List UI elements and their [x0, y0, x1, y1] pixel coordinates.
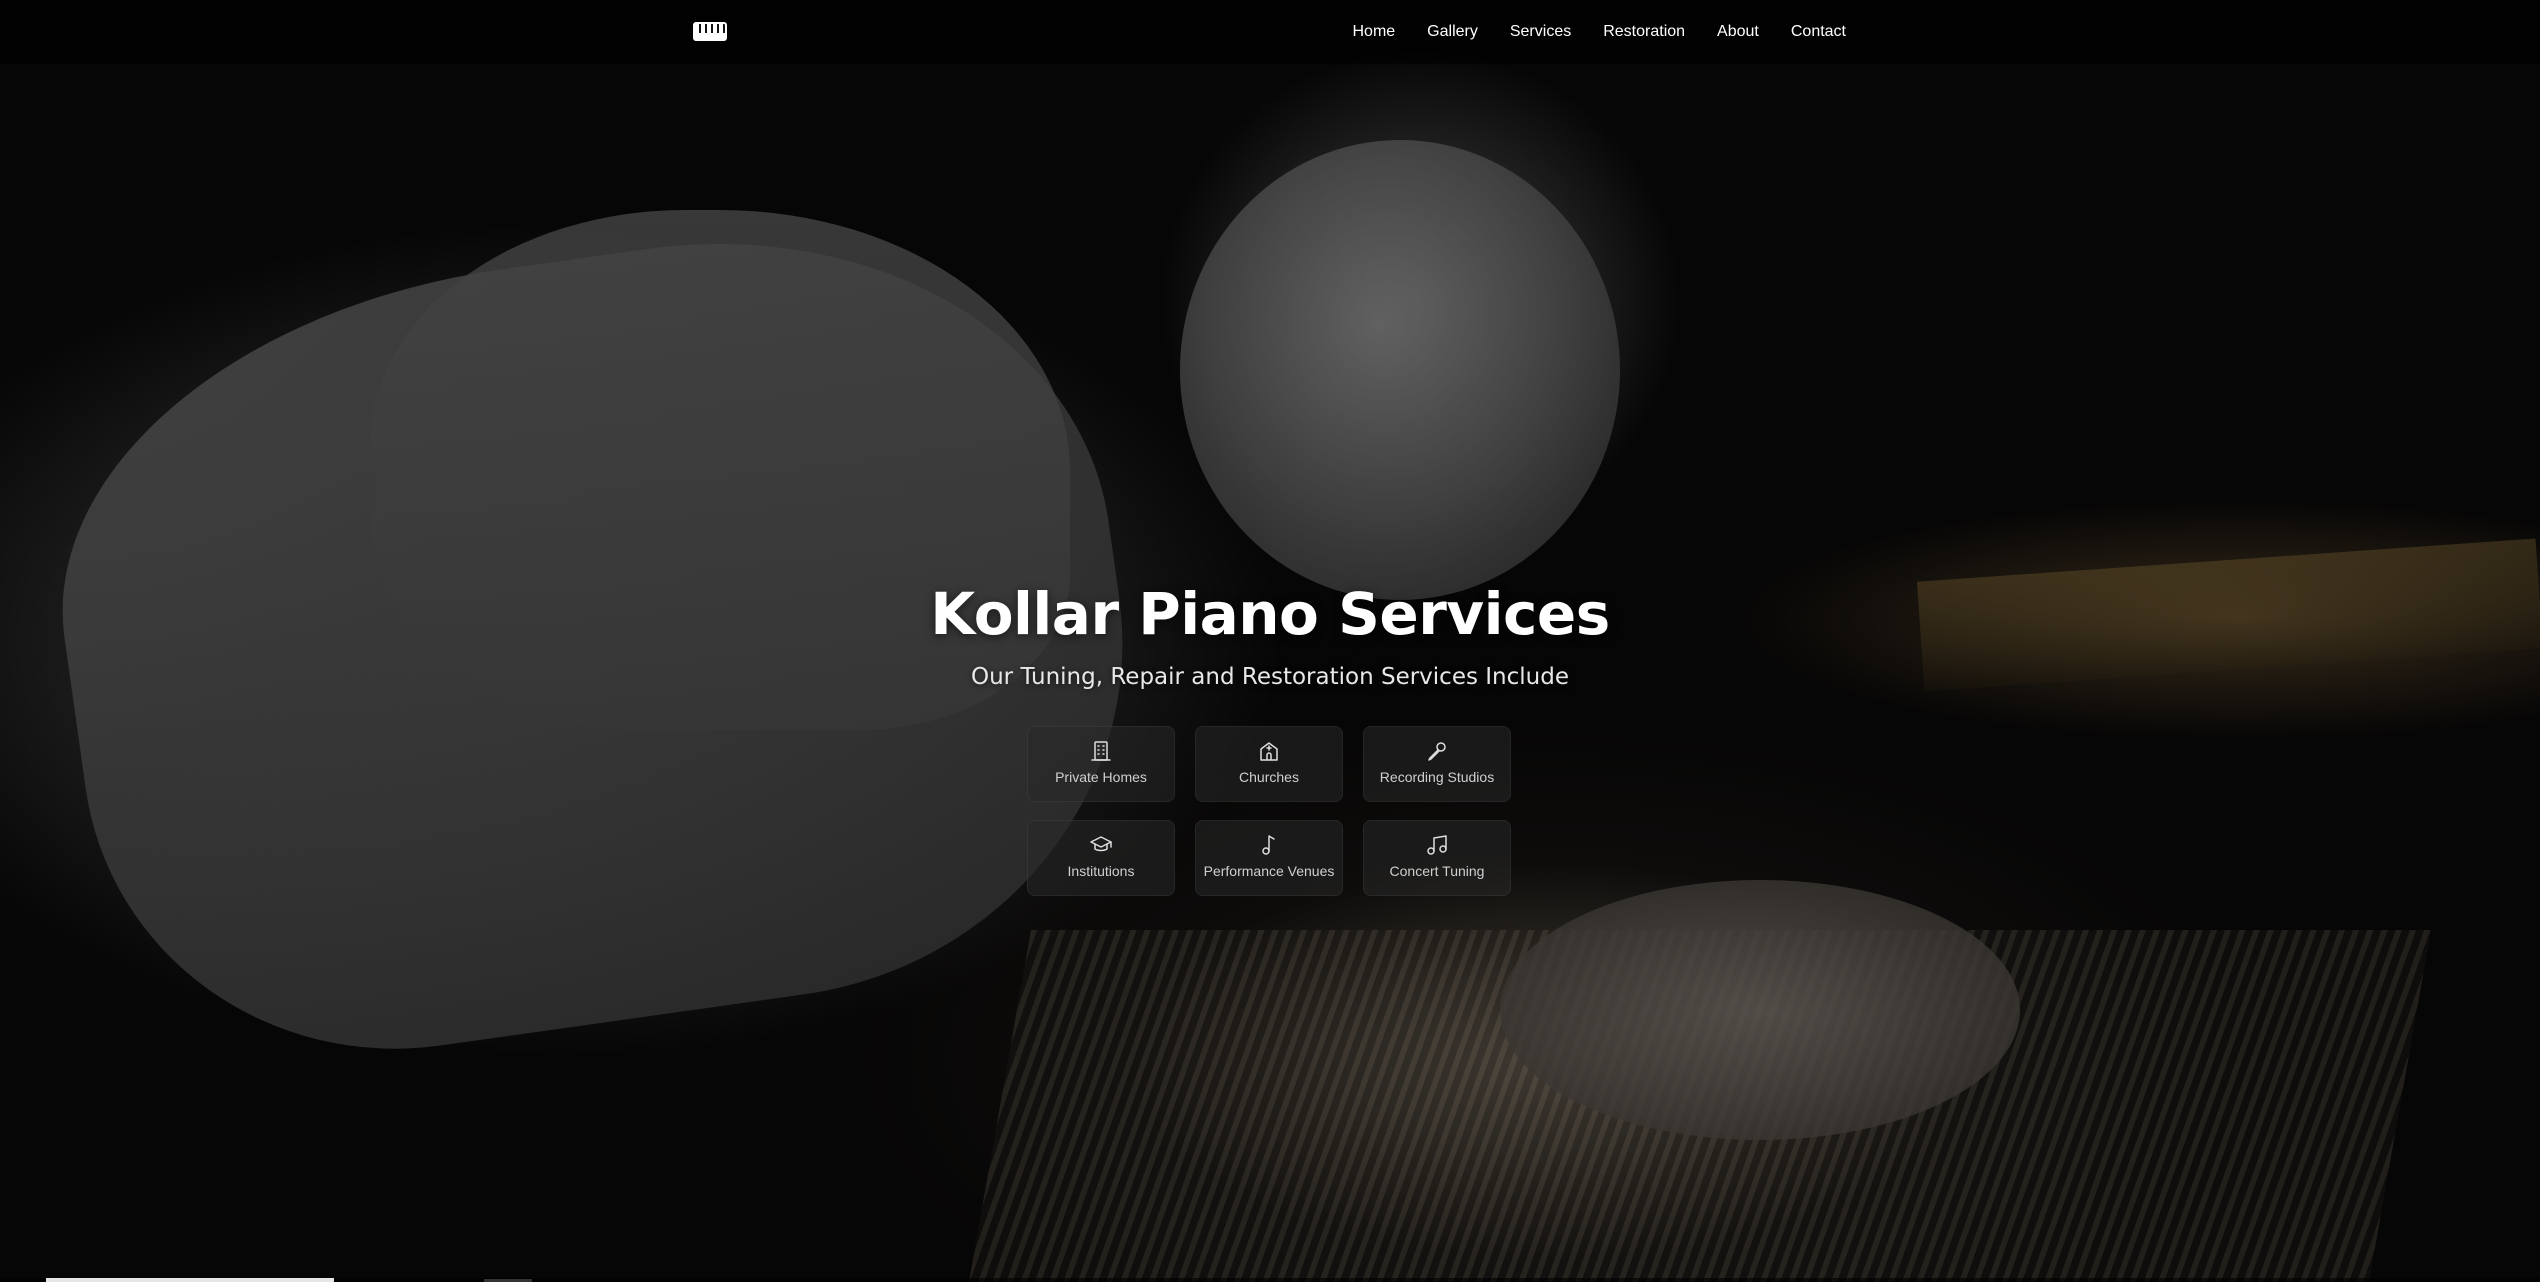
service-tile-churches[interactable]: Churches	[1195, 726, 1343, 802]
nav-link-home[interactable]: Home	[1352, 20, 1395, 44]
nav-links: Home Gallery Services Restoration About …	[1352, 20, 1846, 44]
piano-keys-icon[interactable]	[693, 22, 727, 41]
scrollbar-thumb[interactable]	[46, 1278, 334, 1282]
service-tile-performance-venues[interactable]: Performance Venues	[1195, 820, 1343, 896]
service-label: Institutions	[1067, 863, 1135, 879]
service-tile-institutions[interactable]: Institutions	[1027, 820, 1175, 896]
building-icon	[1091, 741, 1111, 761]
service-label: Churches	[1239, 769, 1299, 785]
nav-link-gallery[interactable]: Gallery	[1427, 20, 1478, 44]
service-tile-recording-studios[interactable]: Recording Studios	[1363, 726, 1511, 802]
horizontal-scrollbar[interactable]	[0, 1278, 2540, 1282]
service-label: Private Homes	[1055, 769, 1147, 785]
technician-hand-shape	[1500, 880, 2020, 1140]
nav-link-about[interactable]: About	[1717, 20, 1759, 44]
graduation-cap-icon	[1090, 836, 1112, 852]
service-tile-private-homes[interactable]: Private Homes	[1027, 726, 1175, 802]
service-label: Performance Venues	[1203, 863, 1335, 879]
music-note-icon	[1262, 835, 1275, 855]
service-label: Recording Studios	[1379, 769, 1495, 785]
church-icon	[1260, 742, 1278, 761]
nav-link-contact[interactable]: Contact	[1791, 20, 1846, 44]
music-notes-icon	[1427, 835, 1447, 855]
hero-subtitle: Our Tuning, Repair and Restoration Servi…	[971, 664, 1569, 690]
nav-link-services[interactable]: Services	[1510, 20, 1571, 44]
top-navigation: Home Gallery Services Restoration About …	[0, 0, 2540, 64]
service-tiles: Private Homes Churches Recording Studios…	[1027, 726, 1511, 896]
hero-title: Kollar Piano Services	[930, 580, 1610, 648]
nav-link-restoration[interactable]: Restoration	[1603, 20, 1685, 44]
service-label: Concert Tuning	[1389, 863, 1485, 879]
microphone-icon	[1428, 742, 1446, 761]
service-tile-concert-tuning[interactable]: Concert Tuning	[1363, 820, 1511, 896]
technician-head-shape	[1180, 140, 1620, 600]
technician-shoulder-shape	[370, 210, 1070, 730]
